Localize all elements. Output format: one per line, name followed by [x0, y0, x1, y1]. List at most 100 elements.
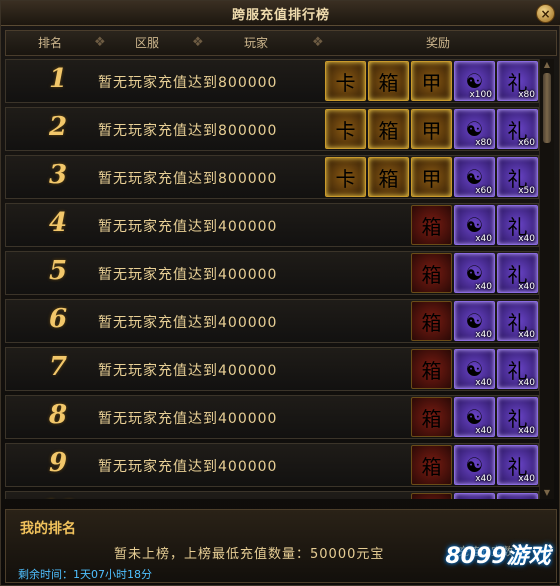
reward-count: x40	[518, 330, 535, 340]
rank-requirement-text: 暂无玩家充值达到400000	[98, 219, 278, 235]
header-divider-icon: ❖	[312, 35, 324, 50]
treasure-chest-icon[interactable]: 箱	[411, 253, 452, 293]
rank-number: 8	[48, 400, 68, 430]
ranking-row: 4 暂无玩家充值达到400000 箱 ☯ x40 礼 x40	[5, 203, 539, 247]
rank-number: 10	[40, 496, 76, 499]
rank-number: 2	[48, 112, 68, 142]
treasure-chest-icon[interactable]: 箱	[368, 109, 409, 149]
reward-glyph: 箱	[422, 499, 442, 500]
reward-count: x40	[475, 426, 492, 436]
treasure-chest-icon[interactable]: 箱	[411, 301, 452, 341]
gold-card-icon[interactable]: 卡	[325, 61, 366, 101]
reward-glyph: 卡	[335, 166, 356, 191]
treasure-chest-icon[interactable]: 箱	[368, 61, 409, 101]
gift-box-icon[interactable]: 礼 x40	[497, 301, 538, 341]
table-header: 排名 ❖ 区服 ❖ 玩家 ❖ 奖励	[5, 30, 557, 56]
scroll-up-icon[interactable]: ▲	[542, 61, 552, 69]
reward-list: 箱 ☯ 礼	[411, 493, 538, 499]
rank-requirement-text: 暂无玩家充值达到400000	[98, 459, 278, 475]
reward-list: 箱 ☯ x40 礼 x40	[411, 205, 538, 245]
scrollbar[interactable]: ▲ ▼	[539, 59, 554, 499]
reward-count: x40	[475, 234, 492, 244]
reward-count: x40	[475, 378, 492, 388]
reward-glyph: 箱	[421, 454, 442, 479]
fashion-armor-icon[interactable]: 甲	[411, 61, 452, 101]
reward-count: x80	[518, 90, 535, 100]
gift-box-icon[interactable]: 礼 x60	[497, 109, 538, 149]
reward-list: 卡箱甲 ☯ x80 礼 x60	[325, 109, 538, 149]
soul-ring-icon[interactable]: ☯ x80	[454, 109, 495, 149]
rank-requirement-text: 暂无玩家充值达到800000	[98, 171, 278, 187]
ranking-row: 10 箱 ☯ 礼	[5, 491, 539, 499]
gift-box-icon[interactable]: 礼 x40	[497, 349, 538, 389]
remaining-time: 剩余时间：1天07小时18分	[18, 568, 152, 581]
gift-box-icon[interactable]: 礼 x40	[497, 253, 538, 293]
reward-list: 箱 ☯ x40 礼 x40	[411, 445, 538, 485]
soul-ring-icon[interactable]: ☯ x40	[454, 397, 495, 437]
rank-requirement-text: 暂无玩家充值达到800000	[98, 123, 278, 139]
ranking-row: 6 暂无玩家充值达到400000 箱 ☯ x40 礼 x40	[5, 299, 539, 343]
gift-box-icon[interactable]: 礼 x80	[497, 61, 538, 101]
reward-count: x100	[469, 90, 492, 100]
gift-box-icon[interactable]: 礼 x40	[497, 205, 538, 245]
reward-glyph: 箱	[421, 406, 442, 431]
ranking-row: 3 暂无玩家充值达到800000 卡箱甲 ☯ x60 礼 x50	[5, 155, 539, 199]
reward-glyph: 箱	[378, 166, 399, 191]
ranking-row: 2 暂无玩家充值达到800000 卡箱甲 ☯ x80 礼 x60	[5, 107, 539, 151]
rank-number: 9	[48, 448, 68, 478]
window-title: 跨服充值排行榜	[231, 7, 330, 23]
fashion-armor-icon[interactable]: 甲	[411, 157, 452, 197]
reward-count: x40	[475, 330, 492, 340]
close-icon[interactable]: ×	[536, 4, 555, 23]
title-bar: 跨服充值排行榜 ×	[1, 1, 560, 26]
ranking-window: 跨服充值排行榜 × 排名 ❖ 区服 ❖ 玩家 ❖ 奖励 1 暂无玩家充值达到800…	[0, 0, 560, 586]
treasure-chest-icon[interactable]: 箱	[411, 445, 452, 485]
column-header-reward: 奖励	[425, 36, 450, 50]
column-header-rank: 排名	[37, 36, 62, 50]
soul-ring-icon[interactable]: ☯ x40	[454, 253, 495, 293]
gift-box-icon[interactable]: 礼 x50	[497, 157, 538, 197]
rank-requirement-text: 暂无玩家充值达到400000	[98, 315, 278, 331]
scroll-thumb[interactable]	[543, 73, 551, 143]
reward-count: x40	[475, 474, 492, 484]
treasure-chest-icon[interactable]: 箱	[411, 349, 452, 389]
soul-ring-icon[interactable]: ☯ x40	[454, 205, 495, 245]
treasure-chest-icon[interactable]: 箱	[411, 493, 452, 499]
reward-list: 箱 ☯ x40 礼 x40	[411, 253, 538, 293]
rank-requirement-text: 暂无玩家充值达到400000	[98, 267, 278, 283]
gold-card-icon[interactable]: 卡	[325, 109, 366, 149]
reward-count: x60	[475, 186, 492, 196]
gold-card-icon[interactable]: 卡	[325, 157, 366, 197]
header-divider-icon: ❖	[192, 35, 204, 50]
column-header-player: 玩家	[243, 36, 268, 50]
fashion-armor-icon[interactable]: 甲	[411, 109, 452, 149]
soul-ring-icon[interactable]: ☯	[454, 493, 495, 499]
gift-box-icon[interactable]: 礼	[497, 493, 538, 499]
reward-list: 卡箱甲 ☯ x60 礼 x50	[325, 157, 538, 197]
soul-ring-icon[interactable]: ☯ x40	[454, 349, 495, 389]
soul-ring-icon[interactable]: ☯ x100	[454, 61, 495, 101]
reward-glyph: 箱	[378, 118, 399, 143]
rank-number: 3	[48, 160, 68, 190]
header-divider-icon: ❖	[94, 35, 106, 50]
treasure-chest-icon[interactable]: 箱	[368, 157, 409, 197]
scroll-down-icon[interactable]: ▼	[542, 489, 552, 497]
reward-count: x40	[518, 234, 535, 244]
gift-box-icon[interactable]: 礼 x40	[497, 397, 538, 437]
reward-glyph: 礼	[508, 499, 528, 500]
treasure-chest-icon[interactable]: 箱	[411, 397, 452, 437]
ranking-row: 8 暂无玩家充值达到400000 箱 ☯ x40 礼 x40	[5, 395, 539, 439]
soul-ring-icon[interactable]: ☯ x40	[454, 301, 495, 341]
soul-ring-icon[interactable]: ☯ x40	[454, 445, 495, 485]
column-header-server: 区服	[134, 36, 159, 50]
reward-list: 箱 ☯ x40 礼 x40	[411, 397, 538, 437]
treasure-chest-icon[interactable]: 箱	[411, 205, 452, 245]
ranking-row: 7 暂无玩家充值达到400000 箱 ☯ x40 礼 x40	[5, 347, 539, 391]
ranking-list[interactable]: 1 暂无玩家充值达到800000 卡箱甲 ☯ x100 礼 x80 2 暂无玩家充值达到8000…	[5, 59, 550, 499]
reward-glyph: 箱	[421, 358, 442, 383]
gift-box-icon[interactable]: 礼 x40	[497, 445, 538, 485]
reward-count: x50	[518, 186, 535, 196]
reward-glyph: 箱	[421, 262, 442, 287]
reward-count: x40	[518, 282, 535, 292]
soul-ring-icon[interactable]: ☯ x60	[454, 157, 495, 197]
